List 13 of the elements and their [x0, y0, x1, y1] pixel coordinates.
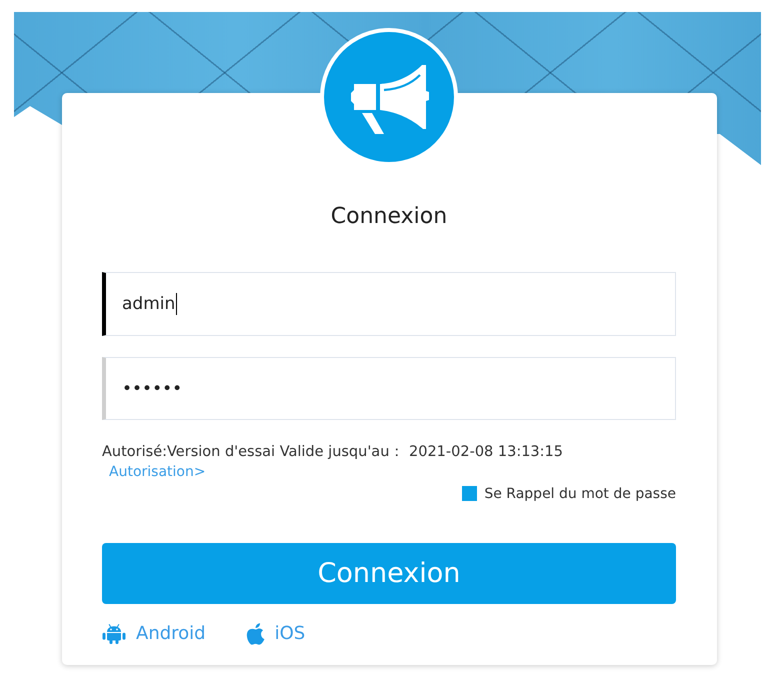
login-title: Connexion	[330, 203, 448, 231]
username-field[interactable]: admin	[102, 272, 676, 336]
text-cursor	[176, 293, 178, 315]
authorization-link[interactable]: Autorisation>	[109, 462, 206, 483]
license-info-text: Autorisé:Version d'essai Valide jusqu'au： 2021-02-08 13:13:15	[102, 443, 564, 462]
remember-checkbox[interactable]	[462, 486, 478, 501]
android-link[interactable]: Android	[102, 624, 206, 644]
login-button[interactable]: Connexion	[102, 543, 676, 604]
apple-icon	[246, 623, 265, 645]
ios-link[interactable]: iOS	[246, 623, 306, 645]
password-field[interactable]: ••••••	[102, 357, 676, 420]
android-icon	[102, 624, 126, 644]
remember-label[interactable]: Se Rappel du mot de passe	[484, 484, 676, 504]
